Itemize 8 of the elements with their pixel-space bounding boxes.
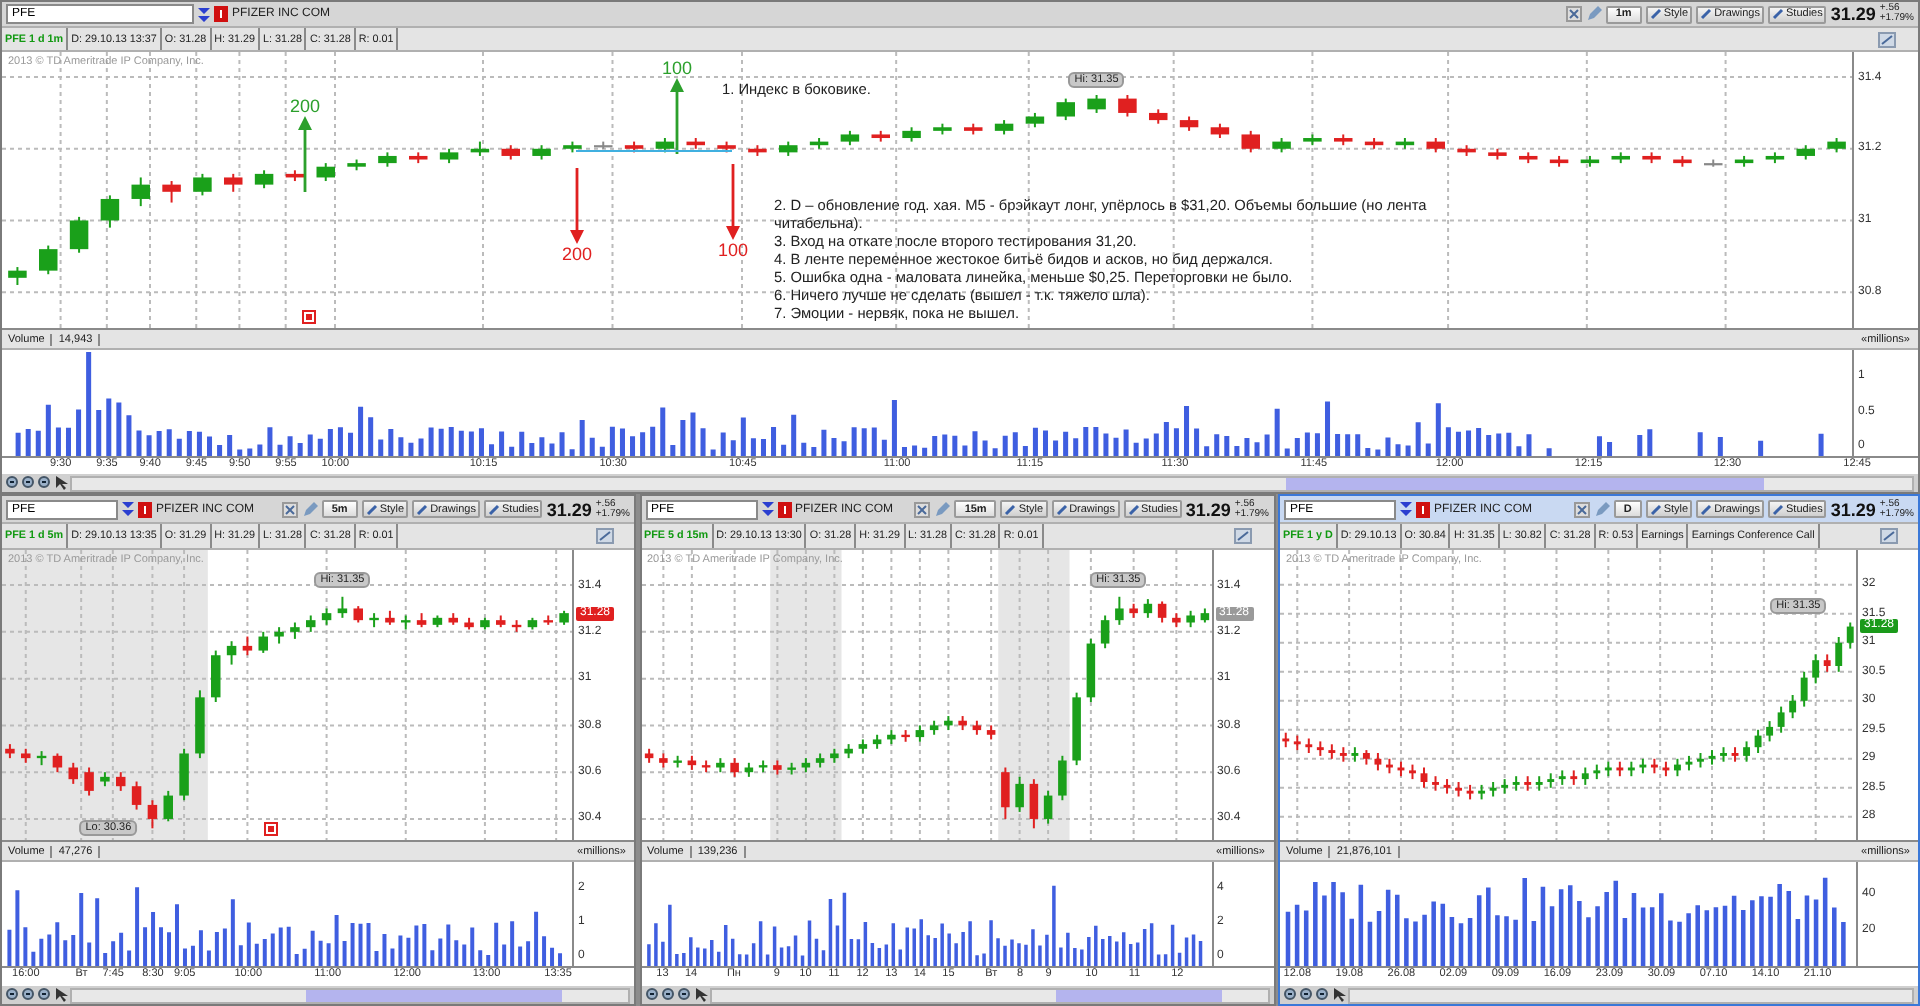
annotation-label: 100: [718, 240, 749, 260]
annotation-label: 100: [662, 58, 693, 78]
annotation-label: 200: [562, 244, 593, 264]
last-price: 31.29: [546, 499, 592, 519]
last-price: 31.29: [1830, 4, 1876, 24]
last-price: 31.29: [1830, 499, 1876, 519]
annotation-label: 200: [290, 96, 321, 116]
last-price: 31.29: [1185, 499, 1231, 519]
